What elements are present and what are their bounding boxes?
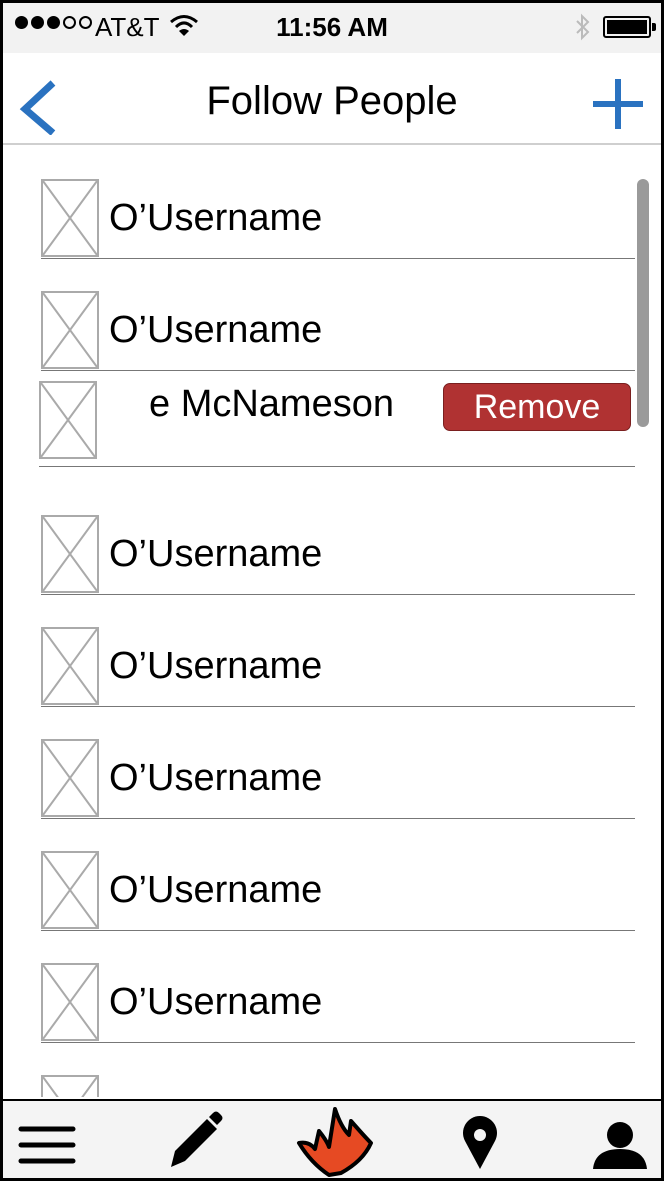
tab-profile[interactable] [575,1101,661,1178]
person-icon [593,1122,647,1169]
list-item[interactable]: O’Username [41,147,635,259]
tab-trending[interactable] [289,1101,379,1178]
username-label: O’Username [109,533,323,575]
tab-menu[interactable] [3,1101,93,1178]
list-item[interactable]: O’Username [41,931,635,1043]
status-time: 11:56 AM [276,12,388,42]
navigation-bar: Follow People [3,53,661,145]
username-label: e McNameson [149,383,394,425]
list-item-swiped[interactable]: e McNameson Remove [39,371,635,467]
map-pin-icon [463,1116,497,1169]
tab-map[interactable] [435,1101,525,1178]
page-title: Follow People [206,79,458,123]
avatar-placeholder [41,1075,99,1097]
avatar-placeholder [41,851,99,929]
avatar-placeholder [41,291,99,369]
menu-icon [18,1126,76,1164]
list-item[interactable] [41,1075,635,1097]
username-label: O’Username [109,869,323,911]
list-item[interactable]: O’Username [41,595,635,707]
fire-icon [297,1107,373,1177]
list-item[interactable]: O’Username [41,259,635,371]
pencil-icon [171,1111,223,1167]
scrollbar[interactable] [637,179,649,427]
avatar-placeholder [41,739,99,817]
avatar-placeholder [39,381,97,459]
tab-bar [3,1099,661,1178]
list-item[interactable]: O’Username [41,483,635,595]
list-item[interactable]: O’Username [41,707,635,819]
username-label: O’Username [109,197,323,239]
username-label: O’Username [109,645,323,687]
people-list[interactable]: O’Username O’Username e McNameson Remove O’U… [3,147,661,1097]
plus-icon [593,79,643,129]
avatar-placeholder [41,179,99,257]
phone-screen: AT&T 11:56 AM Follow People O’Username O… [0,0,664,1181]
status-bar: AT&T 11:56 AM [3,3,661,53]
avatar-placeholder [41,627,99,705]
list-item[interactable]: O’Username [41,819,635,931]
battery-icon [603,16,656,38]
remove-button[interactable]: Remove [443,383,631,431]
username-label: O’Username [109,309,323,351]
add-button[interactable] [589,75,647,133]
username-label: O’Username [109,981,323,1023]
username-label: O’Username [109,757,323,799]
bluetooth-icon [573,13,593,46]
tab-compose[interactable] [149,1101,239,1178]
avatar-placeholder [41,515,99,593]
avatar-placeholder [41,963,99,1041]
